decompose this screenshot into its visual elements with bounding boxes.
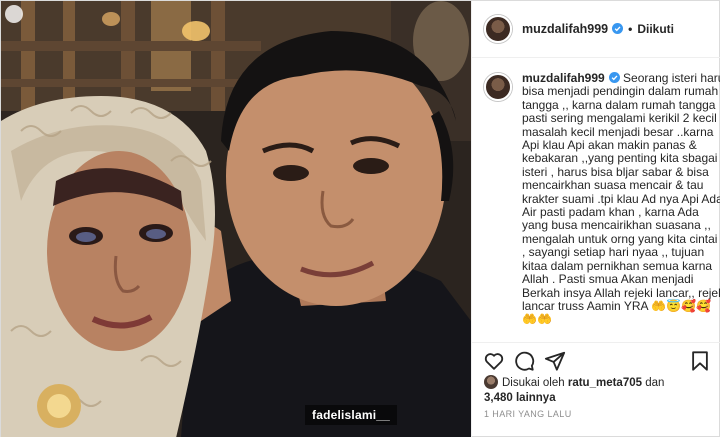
caption-line: yang busa mencairikhan suasana ,, (522, 218, 711, 233)
liker-username[interactable]: ratu_meta705 (568, 377, 642, 389)
caption-line: 🤲🤲 (522, 312, 552, 327)
likes-joiner: dan (645, 377, 665, 389)
caption-line: kebakaran ,,yang penting kita sbagai (522, 151, 718, 166)
follow-status-button[interactable]: Diikuti (637, 22, 674, 36)
heart-icon (484, 353, 504, 370)
save-button[interactable] (689, 350, 711, 372)
caption-line: isteri , harus bisa bljar sabar & bisa (522, 164, 709, 179)
caption-line: Berkah insya Allah rejeki lancar,, rejek… (522, 285, 720, 300)
likes-summary: Disukai oleh ratu_meta705 dan 3,480 lain… (484, 375, 714, 406)
author-avatar[interactable] (484, 15, 512, 43)
header-separator: • (628, 22, 633, 36)
action-bar (472, 342, 720, 376)
post-side-panel: muzdalifah999 • Diikuti muzdalifah999 Se… (471, 1, 720, 437)
caption-line: mencairkhan suasa mencair & tau (522, 178, 704, 193)
caption-username[interactable]: muzdalifah999 (522, 71, 605, 85)
selfie-image (1, 1, 471, 437)
share-icon (544, 351, 566, 371)
post-timestamp[interactable]: 1 HARI YANG LALU (484, 409, 572, 419)
photo-watermark: fadelislami__ (305, 405, 397, 425)
caption-line: pasti sering mengalami kerikil 2 kecil (522, 111, 717, 126)
likes-others-count[interactable]: 3,480 lainnya (484, 392, 556, 404)
caption-line: Allah . Pasti smua Akan menjadi (522, 272, 694, 287)
photo-corner-icon (5, 5, 23, 23)
caption-block: muzdalifah999 Seorang isteri harus bisa … (472, 58, 720, 340)
caption-line: Air pasti padam khan , karna Ada (522, 205, 699, 220)
post-photo[interactable]: fadelislami__ (1, 1, 471, 437)
caption-line: Seorang isteri harus (623, 71, 720, 85)
author-username[interactable]: muzdalifah999 (522, 22, 624, 36)
caption-line: krakter suami .tpi klau Ad nya Api Ada (522, 191, 720, 206)
caption-line: lancar truss Aamin YRA 🤲😇🥰🥰 (522, 298, 711, 313)
caption-line: tangga ,, karna dalam rumah tangga (522, 97, 716, 112)
caption-line: , sayangi setiap hari nyaa ,, tujuan (522, 245, 705, 260)
caption-line: masalah kecil menjadi besar ..karna (522, 124, 714, 139)
caption-line: mengalah untuk orng yang kita cintai (522, 231, 718, 246)
caption-text: muzdalifah999 Seorang isteri harus bisa … (522, 71, 720, 340)
verified-icon (612, 23, 624, 34)
caption-line: bisa menjadi pendingin dalam rumah (522, 84, 719, 99)
caption-line: Api klau Api akan makin panas & (522, 138, 697, 153)
verified-icon (608, 72, 620, 83)
share-button[interactable] (544, 350, 566, 372)
likes-prefix: Disukai oleh (502, 377, 565, 389)
liker-avatar[interactable] (484, 375, 498, 389)
bookmark-icon (692, 351, 708, 371)
post-header: muzdalifah999 • Diikuti (472, 1, 720, 58)
comment-button[interactable] (513, 350, 535, 372)
caption-avatar[interactable] (484, 73, 512, 101)
comment-icon (515, 351, 535, 371)
like-button[interactable] (483, 350, 505, 372)
instagram-post: fadelislami__ muzdalifah999 • Diikuti mu… (0, 0, 720, 437)
caption-line: kitaa dalam pernikhan semua karna (522, 258, 713, 273)
